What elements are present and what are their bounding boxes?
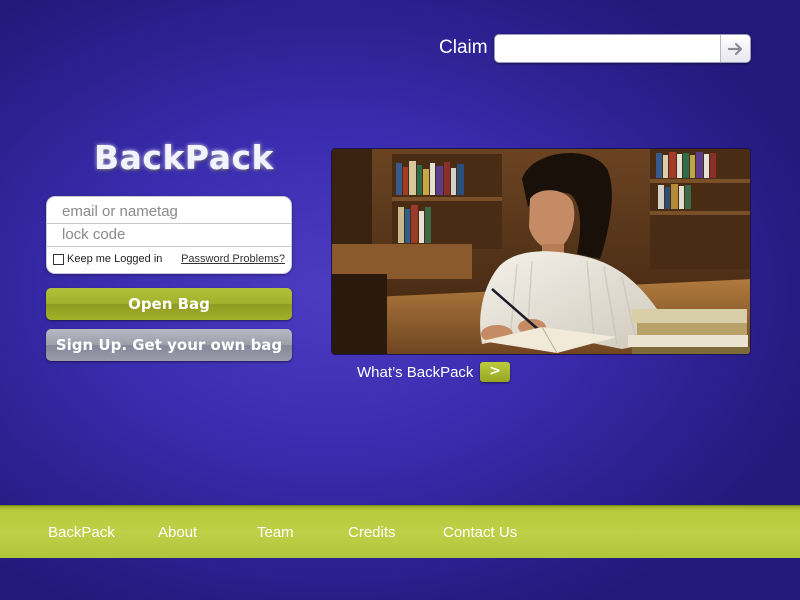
email-field[interactable] <box>47 199 291 224</box>
open-bag-button[interactable]: Open Bag <box>46 288 292 320</box>
student-photo <box>331 148 751 355</box>
brand-title: BackPack <box>94 138 275 177</box>
keep-logged-in-row: Keep me Logged in <box>53 253 162 265</box>
footer-link-credits[interactable]: Credits <box>348 524 396 541</box>
whats-backpack-button[interactable]: > <box>480 362 510 382</box>
footer-link-contact-us[interactable]: Contact Us <box>443 524 517 541</box>
footer-link-about[interactable]: About <box>158 524 197 541</box>
lock-code-field[interactable] <box>47 222 291 247</box>
login-form: Keep me Logged in Password Problems? <box>46 196 292 274</box>
keep-logged-in-label: Keep me Logged in <box>67 253 163 265</box>
keep-logged-in-checkbox[interactable] <box>53 253 64 265</box>
claim-field <box>494 34 751 63</box>
footer-link-backpack[interactable]: BackPack <box>48 524 115 541</box>
claim-go-button[interactable] <box>720 35 750 62</box>
arrow-right-icon <box>727 42 742 55</box>
footer-link-team[interactable]: Team <box>257 524 294 541</box>
footer-nav: BackPack About Team Credits Contact Us <box>0 505 800 558</box>
claim-label: Claim <box>439 37 488 58</box>
password-problems-link[interactable]: Password Problems? <box>181 253 285 265</box>
sign-up-button[interactable]: Sign Up. Get your own bag <box>46 329 292 361</box>
claim-input[interactable] <box>499 38 717 60</box>
whats-backpack-link[interactable]: What’s BackPack <box>357 364 473 381</box>
